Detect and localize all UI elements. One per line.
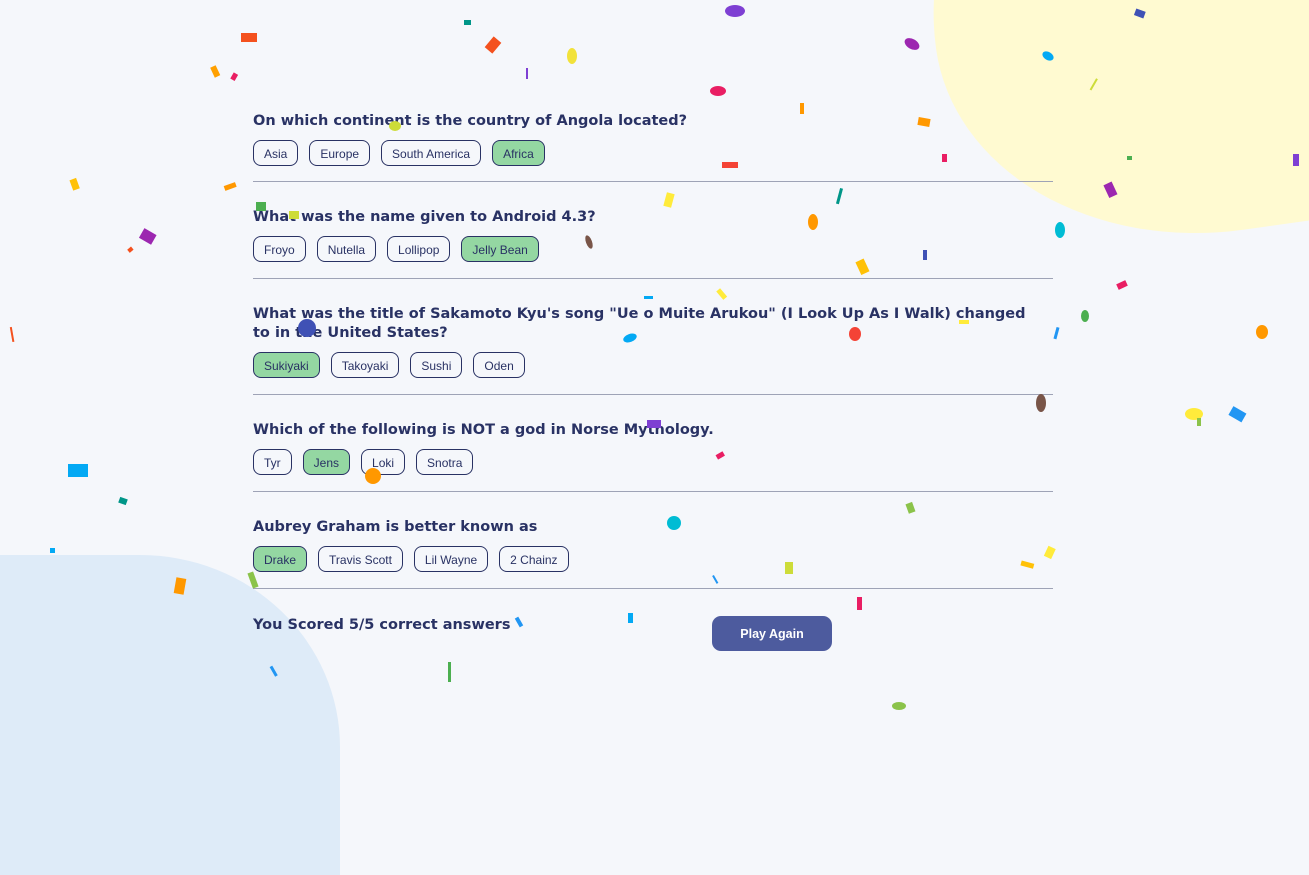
confetti-piece [904,38,920,50]
answer-options: Tyr Jens Loki Snotra [253,449,474,475]
answer-option[interactable]: Tyr [253,449,292,475]
question-3: What was the title of Sakamoto Kyu's son… [253,303,1053,395]
question-text: What was the title of Sakamoto Kyu's son… [253,306,1026,341]
question-5: Aubrey Graham is better known as Drake T… [253,516,1053,589]
confetti-piece [1197,418,1201,426]
confetti-piece [1053,326,1060,340]
confetti-piece [69,177,80,191]
answer-option-selected[interactable]: Jelly Bean [461,236,539,262]
confetti-piece [484,36,502,54]
answer-option[interactable]: Europe [309,140,371,166]
question-2: What was the name given to Android 4.3? … [253,206,1053,279]
confetti-piece [118,496,128,506]
answer-option[interactable]: Takoyaki [330,352,400,378]
confetti-piece [1228,406,1247,423]
confetti-piece [710,86,726,96]
question-4: Which of the following is NOT a god in N… [253,419,1053,492]
confetti-piece [241,33,257,42]
confetti-piece [892,702,906,710]
question-text: On which continent is the country of Ang… [253,113,688,129]
answer-option[interactable]: South America [381,140,482,166]
confetti-piece [1116,280,1128,290]
question-text: What was the name given to Android 4.3? [253,209,596,225]
confetti-piece [1081,310,1089,322]
answer-option[interactable]: Lil Wayne [413,546,489,572]
answer-option-selected[interactable]: Jens [302,449,351,475]
answer-option-selected[interactable]: Africa [492,140,545,166]
confetti-piece [50,548,55,553]
confetti-piece [210,65,221,78]
answer-option-selected[interactable]: Sukiyaki [253,352,320,378]
answer-options: Asia Europe South America Africa [253,140,545,166]
play-again-button[interactable]: Play Again [712,616,832,651]
answer-options: Sukiyaki Takoyaki Sushi Oden [253,352,525,378]
confetti-piece [464,20,471,25]
confetti-piece [138,228,157,245]
answer-option[interactable]: Snotra [416,449,474,475]
confetti-piece [448,662,451,682]
confetti-piece [68,464,88,477]
confetti-piece [526,68,528,79]
question-text: Aubrey Graham is better known as [253,519,538,535]
answer-option-selected[interactable]: Drake [253,546,308,572]
answer-option[interactable]: Loki [361,449,406,475]
answer-option[interactable]: Asia [253,140,299,166]
answer-options: Drake Travis Scott Lil Wayne 2 Chainz [253,546,569,572]
question-text: Which of the following is NOT a god in N… [253,422,714,438]
score-text: You Scored 5/5 correct answers [253,617,511,633]
quiz-results: On which continent is the country of Ang… [253,110,1053,659]
confetti-piece [725,5,745,17]
confetti-piece [9,326,15,343]
confetti-piece [127,246,134,253]
answer-options: Froyo Nutella Lollipop Jelly Bean [253,236,539,262]
question-1: On which continent is the country of Ang… [253,110,1053,182]
confetti-piece [223,182,237,191]
confetti-piece [1256,325,1268,339]
answer-option[interactable]: Nutella [316,236,377,262]
confetti-piece [230,72,239,81]
answer-option[interactable]: Oden [473,352,525,378]
answer-option[interactable]: 2 Chainz [499,546,569,572]
answer-option[interactable]: Sushi [410,352,463,378]
answer-option[interactable]: Lollipop [387,236,451,262]
results-footer: You Scored 5/5 correct answers Play Agai… [253,609,1053,659]
answer-option[interactable]: Froyo [253,236,306,262]
confetti-piece [567,48,577,64]
answer-option[interactable]: Travis Scott [318,546,403,572]
confetti-piece [1185,408,1203,420]
confetti-piece [1055,222,1065,238]
